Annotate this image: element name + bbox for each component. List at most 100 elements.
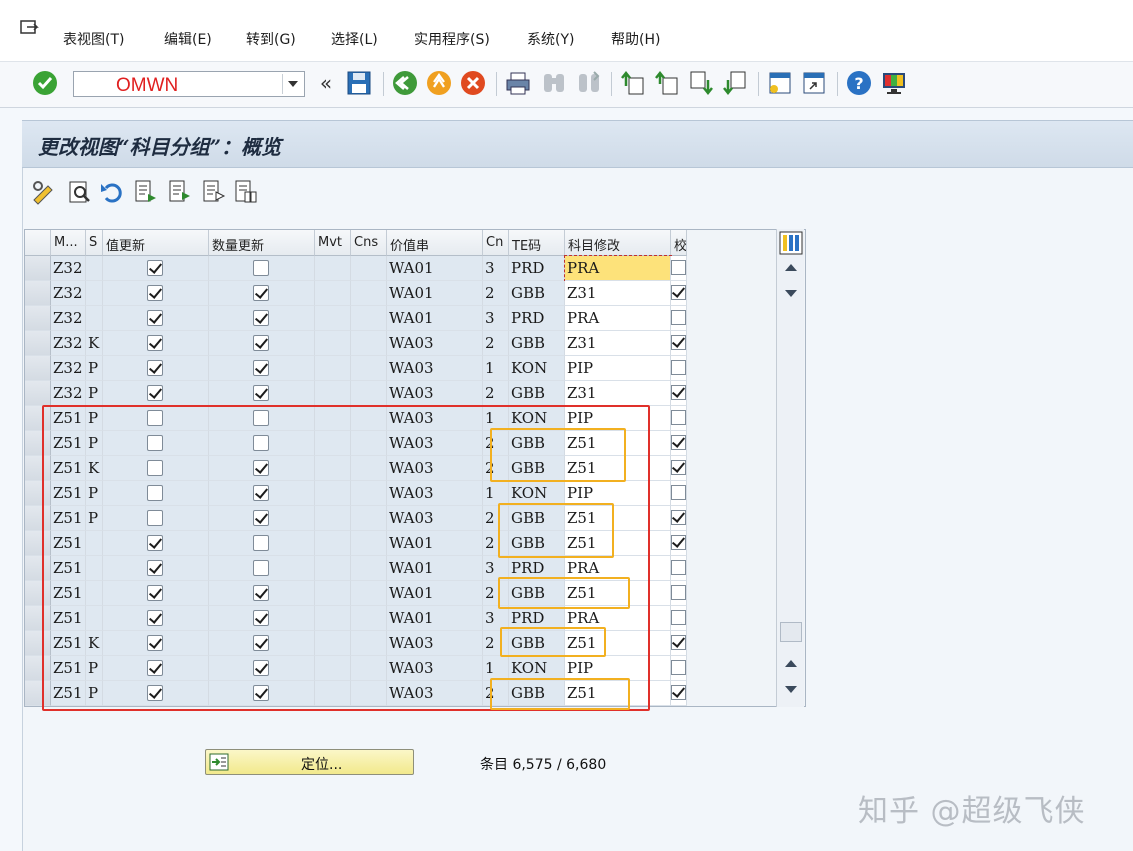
check-checkbox[interactable] bbox=[671, 610, 686, 625]
first-page-icon[interactable] bbox=[620, 70, 646, 96]
check-checkbox[interactable] bbox=[671, 535, 686, 550]
qty-update-checkbox[interactable] bbox=[253, 285, 269, 301]
copy-as-icon[interactable] bbox=[132, 178, 160, 206]
col-header-s[interactable]: S bbox=[86, 230, 103, 256]
undo-icon[interactable] bbox=[98, 178, 126, 206]
next-page-icon[interactable] bbox=[688, 70, 714, 96]
command-value[interactable]: OMWN bbox=[116, 75, 178, 97]
back-icon[interactable] bbox=[392, 70, 418, 96]
check-checkbox[interactable] bbox=[671, 635, 686, 650]
select-all-column-header[interactable] bbox=[25, 230, 51, 256]
check-checkbox[interactable] bbox=[671, 410, 686, 425]
check-checkbox[interactable] bbox=[671, 585, 686, 600]
menu-selection[interactable]: 选择(L) bbox=[331, 29, 378, 49]
chevron-down-icon[interactable] bbox=[282, 74, 302, 94]
command-field[interactable]: OMWN bbox=[73, 71, 305, 97]
value-update-checkbox[interactable] bbox=[147, 385, 163, 401]
check-checkbox[interactable] bbox=[671, 260, 686, 275]
menu-help[interactable]: 帮助(H) bbox=[611, 29, 660, 49]
layout-icon[interactable] bbox=[881, 70, 907, 96]
col-header-cns[interactable]: Cns bbox=[351, 230, 387, 256]
menu-utilities[interactable]: 实用程序(S) bbox=[414, 29, 490, 49]
col-header-mvt[interactable]: Mvt bbox=[315, 230, 351, 256]
check-checkbox[interactable] bbox=[671, 685, 686, 700]
qty-update-checkbox[interactable] bbox=[253, 335, 269, 351]
new-session-icon[interactable] bbox=[767, 70, 793, 96]
check-checkbox[interactable] bbox=[671, 485, 686, 500]
display-change-icon[interactable] bbox=[30, 178, 58, 206]
check-checkbox[interactable] bbox=[671, 335, 686, 350]
position-button[interactable]: 定位... bbox=[205, 749, 414, 775]
table-row: Z32 K WA03 2 GBB Z31 bbox=[25, 331, 687, 356]
scroll-up-button[interactable] bbox=[780, 259, 802, 277]
row-selector[interactable] bbox=[25, 306, 51, 331]
find-next-icon[interactable] bbox=[576, 70, 602, 96]
menu-icon[interactable] bbox=[20, 20, 40, 38]
check-checkbox[interactable] bbox=[671, 510, 686, 525]
value-update-checkbox[interactable] bbox=[147, 285, 163, 301]
scroll-down-button[interactable] bbox=[780, 285, 802, 303]
cancel-icon[interactable] bbox=[460, 70, 486, 96]
col-header-m[interactable]: M... bbox=[51, 230, 86, 256]
qty-update-checkbox[interactable] bbox=[253, 310, 269, 326]
help-icon[interactable]: ? bbox=[846, 70, 872, 96]
back-double-icon[interactable]: « bbox=[313, 70, 339, 96]
menu-system[interactable]: 系统(Y) bbox=[527, 29, 574, 49]
print-icon[interactable] bbox=[505, 70, 531, 96]
qty-update-cell bbox=[209, 381, 315, 406]
page-down-button[interactable] bbox=[780, 681, 802, 699]
value-update-checkbox[interactable] bbox=[147, 310, 163, 326]
select-all-icon[interactable] bbox=[66, 178, 94, 206]
save-icon[interactable] bbox=[346, 70, 372, 96]
new-entries-icon[interactable] bbox=[166, 178, 194, 206]
delete-icon[interactable] bbox=[200, 178, 228, 206]
col-header-value-string[interactable]: 价值串 bbox=[387, 230, 483, 256]
row-selector[interactable] bbox=[25, 331, 51, 356]
row-selector[interactable] bbox=[25, 381, 51, 406]
menu-edit[interactable]: 编辑(E) bbox=[164, 29, 212, 49]
qty-update-checkbox[interactable] bbox=[253, 260, 269, 276]
menu-table-view[interactable]: 表视图(T) bbox=[63, 29, 124, 49]
last-page-icon[interactable] bbox=[722, 70, 748, 96]
scrollbar-thumb[interactable] bbox=[780, 622, 802, 642]
row-selector[interactable] bbox=[25, 256, 51, 281]
row-selector[interactable] bbox=[25, 281, 51, 306]
col-header-qty-update[interactable]: 数量更新 bbox=[209, 230, 315, 256]
col-header-account-modif[interactable]: 科目修改 bbox=[565, 230, 671, 256]
account-modif-input[interactable]: PRA bbox=[565, 306, 671, 331]
s-cell bbox=[86, 281, 103, 306]
qty-update-checkbox[interactable] bbox=[253, 360, 269, 376]
row-selector[interactable] bbox=[25, 356, 51, 381]
prev-page-icon[interactable] bbox=[654, 70, 680, 96]
col-header-te-code[interactable]: TE码 bbox=[509, 230, 565, 256]
page-up-button[interactable] bbox=[780, 655, 802, 673]
check-checkbox[interactable] bbox=[671, 285, 686, 300]
check-checkbox[interactable] bbox=[671, 660, 686, 675]
col-header-check[interactable]: 校 bbox=[671, 230, 687, 256]
menu-goto[interactable]: 转到(G) bbox=[246, 29, 296, 49]
check-checkbox[interactable] bbox=[671, 310, 686, 325]
exit-icon[interactable] bbox=[426, 70, 452, 96]
check-checkbox[interactable] bbox=[671, 360, 686, 375]
check-checkbox[interactable] bbox=[671, 385, 686, 400]
find-icon[interactable] bbox=[541, 70, 567, 96]
select-block-icon[interactable] bbox=[232, 178, 260, 206]
column-settings-icon[interactable] bbox=[779, 231, 803, 255]
enter-icon[interactable] bbox=[32, 70, 58, 96]
check-checkbox[interactable] bbox=[671, 560, 686, 575]
account-modif-input[interactable]: Z31 bbox=[565, 381, 671, 406]
shortcut-icon[interactable] bbox=[801, 70, 827, 96]
col-header-cn[interactable]: Cn bbox=[483, 230, 509, 256]
highlight-orange-box bbox=[498, 577, 630, 609]
value-update-checkbox[interactable] bbox=[147, 335, 163, 351]
col-header-value-update[interactable]: 值更新 bbox=[103, 230, 209, 256]
check-checkbox[interactable] bbox=[671, 435, 686, 450]
account-modif-input[interactable]: PRA bbox=[564, 255, 672, 282]
qty-update-checkbox[interactable] bbox=[253, 385, 269, 401]
account-modif-input[interactable]: Z31 bbox=[565, 331, 671, 356]
check-checkbox[interactable] bbox=[671, 460, 686, 475]
value-update-checkbox[interactable] bbox=[147, 260, 163, 276]
account-modif-input[interactable]: Z31 bbox=[565, 281, 671, 306]
value-update-checkbox[interactable] bbox=[147, 360, 163, 376]
account-modif-input[interactable]: PIP bbox=[565, 356, 671, 381]
